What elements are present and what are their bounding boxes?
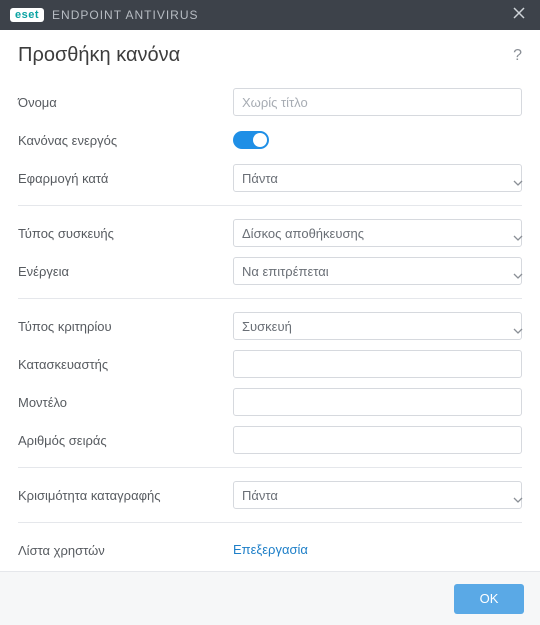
ok-button[interactable]: OK	[454, 584, 524, 614]
user-list-edit-link[interactable]: Επεξεργασία	[233, 542, 308, 557]
titlebar: eset ENDPOINT ANTIVIRUS	[0, 0, 540, 30]
close-icon[interactable]	[508, 6, 530, 25]
page-title: Προσθήκη κανόνα	[18, 44, 513, 67]
label-device-type: Τύπος συσκευής	[18, 226, 233, 241]
label-model: Μοντέλο	[18, 395, 233, 410]
criteria-type-value: Συσκευή	[242, 319, 513, 334]
log-severity-select[interactable]: Πάντα	[233, 481, 522, 509]
divider	[18, 205, 522, 206]
label-log-severity: Κρισιμότητα καταγραφής	[18, 488, 233, 503]
criteria-type-select[interactable]: Συσκευή	[233, 312, 522, 340]
apply-during-select[interactable]: Πάντα	[233, 164, 522, 192]
dialog-content: Προσθήκη κανόνα ? Όνομα Κανόνας ενεργός …	[0, 30, 540, 605]
device-type-value: Δίσκος αποθήκευσης	[242, 226, 513, 241]
divider	[18, 298, 522, 299]
label-vendor: Κατασκευαστής	[18, 357, 233, 372]
action-value: Να επιτρέπεται	[242, 264, 513, 279]
apply-during-value: Πάντα	[242, 171, 513, 186]
dialog-footer: OK	[0, 571, 540, 625]
log-severity-value: Πάντα	[242, 488, 513, 503]
serial-input[interactable]	[233, 426, 522, 454]
divider	[18, 467, 522, 468]
label-serial: Αριθμός σειράς	[18, 433, 233, 448]
divider	[18, 522, 522, 523]
label-action: Ενέργεια	[18, 264, 233, 279]
rule-enabled-toggle[interactable]	[233, 131, 269, 149]
device-type-select[interactable]: Δίσκος αποθήκευσης	[233, 219, 522, 247]
label-rule-enabled: Κανόνας ενεργός	[18, 133, 233, 148]
label-criteria-type: Τύπος κριτηρίου	[18, 319, 233, 334]
label-user-list: Λίστα χρηστών	[18, 543, 233, 558]
brand-badge: eset	[10, 8, 44, 22]
model-input[interactable]	[233, 388, 522, 416]
brand-text: ENDPOINT ANTIVIRUS	[52, 8, 198, 22]
help-icon[interactable]: ?	[513, 47, 522, 65]
name-input[interactable]	[233, 88, 522, 116]
label-name: Όνομα	[18, 95, 233, 110]
vendor-input[interactable]	[233, 350, 522, 378]
action-select[interactable]: Να επιτρέπεται	[233, 257, 522, 285]
label-apply-during: Εφαρμογή κατά	[18, 171, 233, 186]
